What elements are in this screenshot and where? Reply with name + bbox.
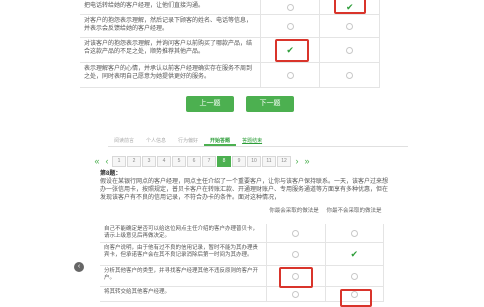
option-text: 自己不能确定是否可以给这位网点主任介绍的客户办理普贝卡，请示上级意见后再做决定。 xyxy=(100,224,268,242)
option-text: 把电话转给她的客户经理，让他们直接沟通。 xyxy=(80,0,261,14)
selection-highlight xyxy=(279,267,314,288)
radio-icon[interactable] xyxy=(292,250,300,258)
page-button[interactable]: 9 xyxy=(232,155,246,167)
question-pager: « ‹ 1 2 3 4 5 6 7 8 9 10 11 12 › » xyxy=(92,155,312,167)
next-question-button[interactable]: 下一题 xyxy=(246,96,294,112)
option-text: 对客户的抱怨表示理解，然后记录下顾客的姓名、电话等信息，并表示会反馈给她的客户经… xyxy=(80,15,261,37)
question-text: 第8题： 假设在某银行网点的客户经理，网点主任介绍了一个重要客户，让你与该客户保… xyxy=(100,170,390,202)
option-row: 向客户说明，由于他有过不良的信用记录，暂时不能为其办理贵宾卡，但承诺客户会在其不… xyxy=(100,243,385,266)
page-button[interactable]: 3 xyxy=(142,155,156,167)
selection-highlight xyxy=(334,0,367,14)
survey-page: 把电话转给她的客户经理，让他们直接沟通。 ✔ 对客户的抱怨表示理解，然后记录下顾… xyxy=(0,0,484,307)
option-row: 表示理解客户的心情，并承认以前客户经理确实存在服务不周到之处，同时表明自己愿意为… xyxy=(80,63,380,88)
radio-icon[interactable] xyxy=(292,229,300,237)
option-text: 将其转交给其他客户经理。 xyxy=(100,287,268,301)
prev-question-button[interactable]: 上一题 xyxy=(186,96,234,112)
page-button-current[interactable]: 8 xyxy=(217,155,231,167)
page-button[interactable]: 10 xyxy=(247,155,261,167)
page-button[interactable]: 7 xyxy=(202,155,216,167)
radio-icon[interactable] xyxy=(350,229,358,237)
selection-highlight xyxy=(339,289,372,307)
radio-icon[interactable] xyxy=(346,22,354,30)
page-button[interactable]: 6 xyxy=(187,155,201,167)
least-likely-cell[interactable] xyxy=(326,266,385,286)
least-likely-cell[interactable]: ✔ xyxy=(320,0,380,14)
radio-icon[interactable] xyxy=(346,46,354,54)
most-likely-cell[interactable] xyxy=(261,15,321,37)
step-start-answering: 开始答题 xyxy=(204,136,237,146)
page-button[interactable]: 2 xyxy=(127,155,141,167)
previous-question-table: 把电话转给她的客户经理，让他们直接沟通。 ✔ 对客户的抱怨表示理解，然后记录下顾… xyxy=(80,0,380,88)
most-likely-cell[interactable] xyxy=(261,0,321,14)
question-number: 第8题： xyxy=(100,171,122,177)
least-likely-cell[interactable] xyxy=(320,63,380,87)
page-button[interactable]: 11 xyxy=(262,155,276,167)
double-right-arrow-icon[interactable]: » xyxy=(302,156,312,166)
most-likely-cell[interactable] xyxy=(267,224,326,242)
option-text: 表示理解客户的心情，并承认以前客户经理确实存在服务不周到之处，同时表明自己愿意为… xyxy=(80,63,261,87)
answer-column-headers: 你最会采取的做法是 你最不会采取的做法是 xyxy=(264,208,384,215)
page-button[interactable]: 1 xyxy=(112,155,126,167)
least-likely-cell[interactable] xyxy=(320,38,380,62)
option-text: 对该客户的抱怨表示理解，并询问客户以前购买了哪款产品，结合这款产品的不足之处，顺… xyxy=(80,38,261,62)
least-likely-cell[interactable]: ✔ xyxy=(326,243,385,265)
selection-highlight xyxy=(274,39,309,62)
radio-icon[interactable] xyxy=(286,71,294,79)
radio-icon[interactable] xyxy=(292,290,300,298)
checkmark-icon: ✔ xyxy=(350,248,359,259)
option-row: 把电话转给她的客户经理，让他们直接沟通。 ✔ xyxy=(80,0,380,15)
page-button[interactable]: 5 xyxy=(172,155,186,167)
current-question-options: 自己不能确定是否可以给这位网点主任介绍的客户办理普贝卡，请示上级意见后再做决定。… xyxy=(100,224,385,307)
step-preferences: 行为偏好 xyxy=(178,138,199,144)
col-least-likely: 你最不会采取的做法是 xyxy=(326,208,382,214)
col-most-likely: 你最会采取的做法是 xyxy=(269,208,319,214)
step-read-intro: 阅读前言 xyxy=(114,138,135,144)
most-likely-cell[interactable] xyxy=(261,63,321,87)
option-text: 向客户说明，由于他有过不良的信用记录，暂时不能为其办理贵宾卡，但承诺客户会在其不… xyxy=(100,243,268,265)
left-arrow-icon[interactable]: ‹ xyxy=(102,156,112,166)
left-arrow-icon[interactable]: ‹ xyxy=(74,262,84,272)
page-button[interactable]: 4 xyxy=(157,155,171,167)
step-finish[interactable]: 答题结束 xyxy=(236,136,268,146)
option-row: 对该客户的抱怨表示理解，并询问客户以前购买了哪款产品，结合这款产品的不足之处，顺… xyxy=(80,38,380,63)
question-body: 假设在某银行网点的客户经理，网点主任介绍了一个重要客户，让你与该客户保持联系。一… xyxy=(100,179,389,201)
least-likely-cell[interactable] xyxy=(326,287,385,307)
radio-icon[interactable] xyxy=(350,272,358,280)
most-likely-cell[interactable]: ✔ xyxy=(261,38,321,62)
page-button[interactable]: 12 xyxy=(277,155,291,167)
radio-icon[interactable] xyxy=(286,22,294,30)
step-personal-info: 个人信息 xyxy=(146,138,167,144)
progress-steps: 阅读前言 个人信息 行为偏好 开始答题 答题结束 xyxy=(108,136,408,147)
radio-icon[interactable] xyxy=(286,3,294,11)
most-likely-cell[interactable] xyxy=(267,243,326,265)
double-left-arrow-icon[interactable]: « xyxy=(92,156,102,166)
option-row: 对客户的抱怨表示理解，然后记录下顾客的姓名、电话等信息，并表示会反馈给她的客户经… xyxy=(80,15,380,38)
radio-icon[interactable] xyxy=(346,71,354,79)
option-row: 分析其他客户的类型，并寻找客户经理其他不违反原则的客户开户。 xyxy=(100,266,385,288)
least-likely-cell[interactable] xyxy=(320,15,380,37)
option-row: 自己不能确定是否可以给这位网点主任介绍的客户办理普贝卡，请示上级意见后再做决定。 xyxy=(100,224,385,243)
right-arrow-icon[interactable]: › xyxy=(292,156,302,166)
most-likely-cell[interactable] xyxy=(267,287,326,301)
option-text: 分析其他客户的类型，并寻找客户经理其他不违反原则的客户开户。 xyxy=(100,266,268,286)
most-likely-cell[interactable] xyxy=(267,266,326,288)
least-likely-cell[interactable] xyxy=(326,224,385,242)
